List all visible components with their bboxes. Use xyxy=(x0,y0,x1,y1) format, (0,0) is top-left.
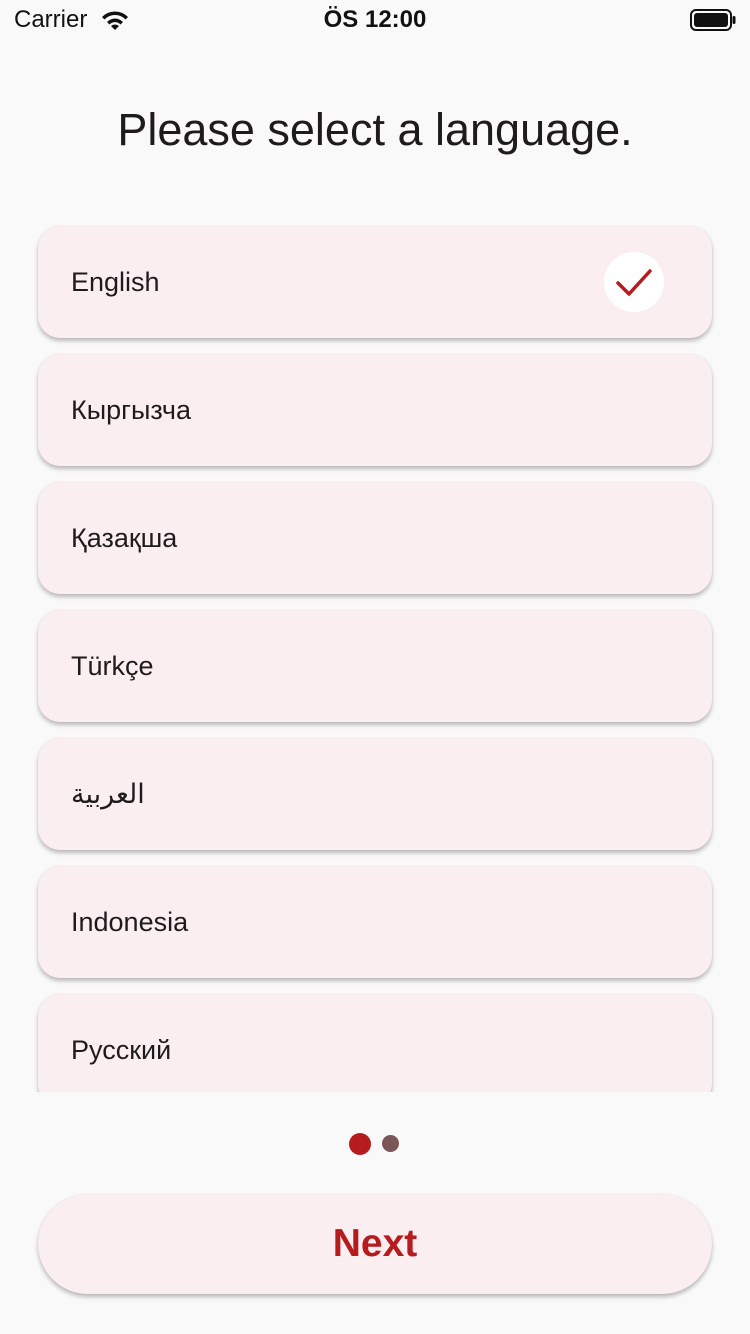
language-item-arabic[interactable]: العربية xyxy=(38,738,712,850)
language-item-kazakh[interactable]: Қазақша xyxy=(38,482,712,594)
battery-icon xyxy=(690,8,736,32)
language-item-kyrgyz[interactable]: Кыргызча xyxy=(38,354,712,466)
language-label: Русский xyxy=(71,1035,172,1065)
language-label: Indonesia xyxy=(71,907,189,937)
clock-time: ÖS 12:00 xyxy=(323,6,427,33)
page-dot-inactive xyxy=(382,1135,399,1152)
next-button[interactable]: Next xyxy=(38,1194,712,1294)
page-dot-active xyxy=(349,1133,371,1155)
language-item-english[interactable]: English xyxy=(38,226,712,338)
language-label: العربية xyxy=(71,779,145,809)
language-item-russian[interactable]: Русский xyxy=(38,994,712,1092)
language-item-turkish[interactable]: Türkçe xyxy=(38,610,712,722)
language-label: Кыргызча xyxy=(71,395,191,425)
language-item-indonesian[interactable]: Indonesia xyxy=(38,866,712,978)
language-label: English xyxy=(71,267,160,297)
language-list: English Кыргызча Қазақша Türkçe العربية … xyxy=(0,210,750,1092)
page-title: Please select a language. xyxy=(117,104,633,155)
language-label: Türkçe xyxy=(71,651,154,681)
selected-check-icon xyxy=(604,252,664,312)
status-bar: Carrier ÖS 12:00 xyxy=(0,0,750,44)
language-label: Қазақша xyxy=(71,523,178,553)
